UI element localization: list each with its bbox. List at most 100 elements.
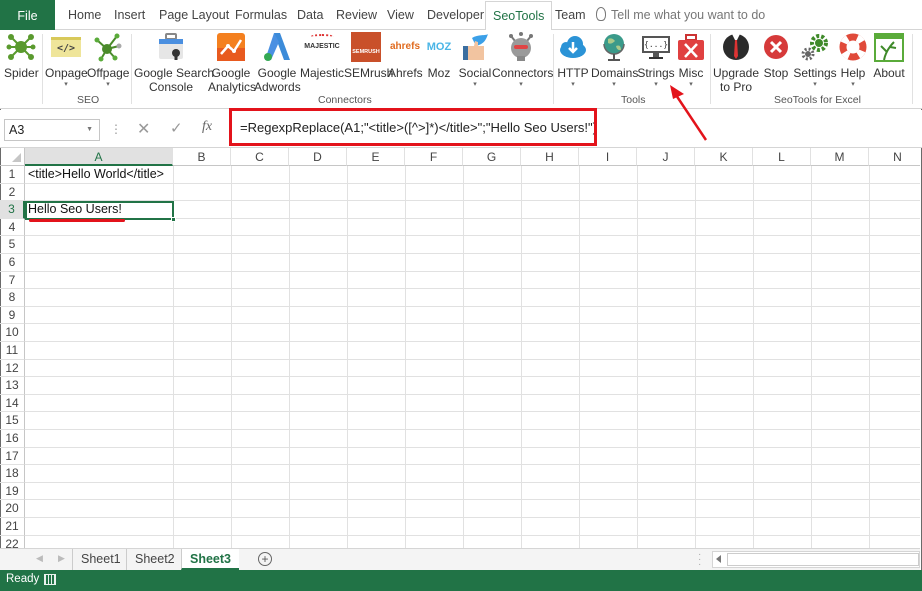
google-adwords-button[interactable]: Google Adwords [254, 32, 301, 94]
drag-handle-icon[interactable]: ⋮ [110, 122, 122, 136]
column-header-c[interactable]: C [231, 148, 289, 166]
tab-review[interactable]: Review [334, 0, 379, 30]
upgrade-label-2: to Pro [719, 80, 752, 94]
ribbon: Spider </> Onpage ▾ Offpage ▾ SEO Google… [0, 30, 922, 109]
settings-button[interactable]: Settings ▾ [793, 32, 837, 90]
column-header-h[interactable]: H [521, 148, 579, 166]
add-sheet-icon[interactable]: + [258, 552, 272, 566]
group-separator [912, 34, 913, 104]
enter-icon[interactable]: ✓ [170, 119, 183, 137]
insert-function-icon[interactable]: fx [202, 119, 212, 135]
chevron-down-icon[interactable]: ▼ [86, 120, 93, 140]
scroll-right-icon[interactable]: ▶ [58, 553, 65, 564]
row-header-20[interactable]: 20 [0, 500, 25, 518]
domains-button[interactable]: Domains ▾ [591, 32, 638, 90]
macro-record-icon[interactable] [44, 574, 56, 585]
row-header-16[interactable]: 16 [0, 430, 25, 448]
row-header-21[interactable]: 21 [0, 518, 25, 536]
cancel-icon[interactable]: ✕ [137, 119, 150, 139]
column-header-l[interactable]: L [753, 148, 811, 166]
tell-me-search[interactable]: Tell me what you want to do [596, 0, 765, 30]
majestic-button[interactable]: MAJESTIC Majestic [300, 32, 344, 80]
scrollbar-thumb[interactable] [727, 553, 919, 566]
horizontal-scrollbar[interactable] [712, 551, 920, 568]
select-all-corner[interactable] [0, 148, 25, 166]
sheet-tab-sheet2[interactable]: Sheet2 [126, 549, 183, 570]
offpage-label: Offpage [87, 66, 130, 80]
column-header-k[interactable]: K [695, 148, 753, 166]
cell-a1[interactable]: <title>Hello World</title> [28, 167, 164, 181]
row-header-6[interactable]: 6 [0, 254, 25, 272]
column-header-a[interactable]: A [25, 148, 173, 166]
column-header-g[interactable]: G [463, 148, 521, 166]
row-header-8[interactable]: 8 [0, 289, 25, 307]
row-header-9[interactable]: 9 [0, 306, 25, 325]
help-button[interactable]: Help ▾ [838, 32, 868, 90]
google-analytics-button[interactable]: Google Analytics [208, 32, 256, 94]
row-header-1[interactable]: 1 [0, 166, 25, 184]
column-header-e[interactable]: E [347, 148, 405, 166]
tab-formulas[interactable]: Formulas [233, 0, 289, 30]
tab-view[interactable]: View [385, 0, 416, 30]
stop-button[interactable]: Stop [761, 32, 791, 80]
row-header-7[interactable]: 7 [0, 271, 25, 290]
google-search-console-button[interactable]: Google Search Console [134, 32, 214, 94]
misc-button[interactable]: Misc ▾ [676, 32, 706, 90]
row-header-15[interactable]: 15 [0, 412, 25, 430]
tab-insert[interactable]: Insert [112, 0, 147, 30]
row-header-5[interactable]: 5 [0, 236, 25, 254]
about-button[interactable]: About [871, 32, 907, 80]
social-button[interactable]: Social ▾ [458, 32, 492, 90]
row-header-17[interactable]: 17 [0, 447, 25, 466]
column-header-n[interactable]: N [869, 148, 920, 166]
tab-data[interactable]: Data [295, 0, 325, 30]
active-cell-selection[interactable] [25, 201, 176, 222]
scroll-left-icon[interactable]: ◀ [36, 553, 43, 564]
tab-developer[interactable]: Developer [425, 0, 486, 30]
settings-label: Settings [793, 66, 837, 80]
formula-input[interactable]: =RegexpReplace(A1;"<title>([^>]*)</title… [230, 110, 920, 147]
row-header-12[interactable]: 12 [0, 359, 25, 378]
column-header-b[interactable]: B [173, 148, 231, 166]
spider-button[interactable]: Spider [4, 32, 39, 80]
semrush-button[interactable]: SEMRUSH SEMrush [344, 32, 393, 80]
fill-handle[interactable] [171, 217, 176, 222]
name-box[interactable]: A3 ▼ [4, 119, 100, 141]
onpage-button[interactable]: </> Onpage ▾ [45, 32, 88, 90]
row-header-22[interactable]: 22 [0, 535, 25, 548]
tab-page-layout[interactable]: Page Layout [157, 0, 231, 30]
row-header-3[interactable]: 3 [0, 201, 25, 219]
tab-file[interactable]: File [0, 0, 55, 30]
ga-label-1: Google [211, 66, 251, 80]
row-header-13[interactable]: 13 [0, 377, 25, 395]
row-header-11[interactable]: 11 [0, 342, 25, 360]
moz-button[interactable]: MOZ Moz [423, 32, 455, 80]
sheet-tab-sheet1[interactable]: Sheet1 [72, 549, 129, 570]
column-header-j[interactable]: J [637, 148, 695, 166]
upgrade-to-pro-button[interactable]: Upgrade to Pro [713, 32, 759, 94]
chevron-down-icon: ▾ [473, 81, 477, 88]
connectors-button[interactable]: Connectors ▾ [492, 32, 553, 90]
row-header-4[interactable]: 4 [0, 218, 25, 237]
tab-seotools[interactable]: SeoTools [485, 1, 553, 31]
ahrefs-button[interactable]: ahrefs Ahrefs [388, 32, 423, 80]
row-header-18[interactable]: 18 [0, 465, 25, 483]
row-header-14[interactable]: 14 [0, 394, 25, 413]
tab-home[interactable]: Home [66, 0, 103, 30]
scroll-left-arrow-icon[interactable] [716, 555, 721, 563]
sheet-tab-sheet3[interactable]: Sheet3 [181, 549, 239, 570]
column-header-i[interactable]: I [579, 148, 637, 166]
spreadsheet-grid[interactable]: A B C D E F G H I J K L M N 1 2 3 4 5 6 7 8 9 10 11 12 13 14 15 16 17 1… [0, 148, 920, 548]
column-header-d[interactable]: D [289, 148, 347, 166]
splitter-handle[interactable]: · · · [698, 550, 701, 570]
column-header-m[interactable]: M [811, 148, 869, 166]
tab-team[interactable]: Team [553, 0, 588, 30]
row-header-2[interactable]: 2 [0, 183, 25, 202]
row-header-10[interactable]: 10 [0, 324, 25, 342]
row-header-19[interactable]: 19 [0, 482, 25, 501]
offpage-button[interactable]: Offpage ▾ [87, 32, 129, 90]
strings-button[interactable]: {...} Strings ▾ [637, 32, 675, 90]
http-button[interactable]: HTTP ▾ [557, 32, 589, 90]
network-nodes-icon [93, 32, 123, 62]
column-header-f[interactable]: F [405, 148, 463, 166]
